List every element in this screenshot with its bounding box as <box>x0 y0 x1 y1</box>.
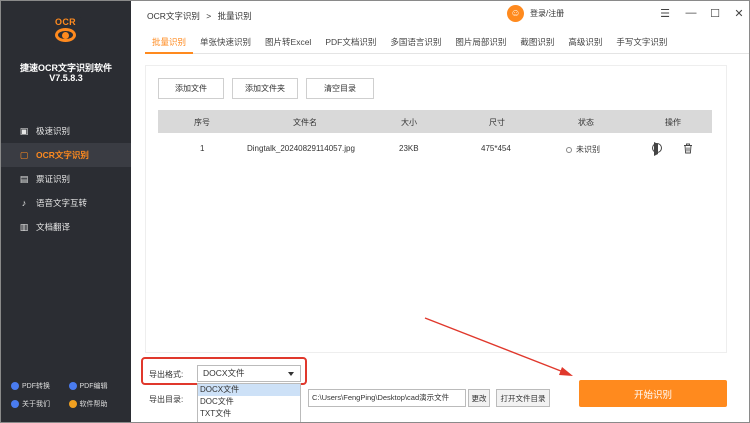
add-folder-button[interactable]: 添加文件夹 <box>232 78 298 99</box>
help-icon <box>68 400 77 408</box>
format-dropdown: DOCX文件 DOC文件 TXT文件 <box>197 383 301 422</box>
logo-text: OCR <box>55 17 76 27</box>
tab-single[interactable]: 单张快速识别 <box>193 30 258 54</box>
sidebar-item-label: 票证识别 <box>36 174 71 184</box>
format-option-doc[interactable]: DOC文件 <box>198 396 300 408</box>
help-link[interactable]: 软件帮助 <box>68 399 127 409</box>
cell-index: 1 <box>200 144 205 153</box>
output-dir-field[interactable]: C:\Users\FengPing\Desktop\cad演示文件 <box>308 389 466 407</box>
sidebar-item-label: 语音文字互转 <box>36 198 88 208</box>
breadcrumb-current: 批量识别 <box>217 11 252 21</box>
tab-multilang[interactable]: 多国语言识别 <box>383 30 448 54</box>
info-icon <box>11 400 19 408</box>
login-label: 登录/注册 <box>530 9 565 18</box>
file-list-panel: 添加文件 添加文件夹 清空目录 序号 文件名 大小 尺寸 状态 操作 1 Din… <box>145 65 727 353</box>
cell-status: 未识别 <box>566 144 600 155</box>
maximize-icon[interactable]: ☐ <box>708 7 722 20</box>
tab-handwriting[interactable]: 手写文字识别 <box>609 30 674 54</box>
close-icon[interactable]: ✕ <box>732 7 746 20</box>
sidebar-item-label: OCR文字识别 <box>36 150 89 160</box>
cell-dimensions: 475*454 <box>481 144 511 153</box>
pdf-convert-icon <box>11 382 19 390</box>
output-dir-label: 导出目录: <box>149 395 184 404</box>
header-index: 序号 <box>194 118 210 127</box>
cell-size: 23KB <box>399 144 419 153</box>
microphone-icon: ♪ <box>21 197 27 208</box>
header-dimensions: 尺寸 <box>489 118 505 127</box>
scan-icon: ▣ <box>19 125 29 136</box>
about-link[interactable]: 关于我们 <box>11 399 69 409</box>
sidebar-nav: ▣ 极速识别 ▢ OCR文字识别 ▤ 票证识别 ♪ 语音文字互转 ▥ 文档翻译 <box>1 119 131 239</box>
sidebar-item-fast-recognition[interactable]: ▣ 极速识别 <box>1 119 131 143</box>
ocr-icon: ▢ <box>19 149 29 160</box>
table-row[interactable]: 1 Dingtalk_20240829114057.jpg 23KB 475*4… <box>158 138 712 160</box>
tab-screenshot[interactable]: 截图识别 <box>513 30 561 54</box>
cell-filename: Dingtalk_20240829114057.jpg <box>247 144 355 153</box>
about-label: 关于我们 <box>22 401 50 408</box>
tab-batch[interactable]: 批量识别 <box>145 30 194 54</box>
breadcrumb-root[interactable]: OCR文字识别 <box>147 11 200 21</box>
header-filename: 文件名 <box>293 118 317 127</box>
start-recognition-button[interactable]: 开始识别 <box>579 380 727 407</box>
bottom-links: PDF转换 PDF编辑 关于我们 软件帮助 <box>11 377 126 413</box>
format-option-txt[interactable]: TXT文件 <box>198 408 300 420</box>
sidebar-item-ticket[interactable]: ▤ 票证识别 <box>1 167 131 191</box>
eye-icon <box>55 28 76 42</box>
sidebar-item-translate[interactable]: ▥ 文档翻译 <box>1 215 131 239</box>
pdf-edit-link[interactable]: PDF编辑 <box>68 381 127 391</box>
breadcrumb-separator: > <box>206 11 212 21</box>
header-size: 大小 <box>401 118 417 127</box>
tab-pdf[interactable]: PDF文档识别 <box>318 30 383 54</box>
sidebar-item-label: 文档翻译 <box>36 222 71 232</box>
pdf-convert-label: PDF转换 <box>22 383 50 390</box>
table-header: 序号 文件名 大小 尺寸 状态 操作 <box>158 110 712 133</box>
tab-bar: 批量识别 单张快速识别 图片转Excel PDF文档识别 多国语言识别 图片局部… <box>145 30 749 54</box>
format-highlight-box <box>141 357 307 385</box>
breadcrumb: OCR文字识别 > 批量识别 <box>147 10 252 22</box>
tab-partial[interactable]: 图片局部识别 <box>448 30 513 54</box>
user-avatar-icon: ☺ <box>507 5 524 22</box>
app-logo: OCR <box>49 16 82 49</box>
help-label: 软件帮助 <box>79 401 108 408</box>
sidebar: OCR 捷速OCR文字识别软件 V7.5.8.3 ▣ 极速识别 ▢ OCR文字识… <box>1 1 131 422</box>
minimize-icon[interactable]: — <box>684 7 698 19</box>
change-dir-button[interactable]: 更改 <box>468 389 490 407</box>
add-file-button[interactable]: 添加文件 <box>158 78 224 99</box>
login-button[interactable]: ☺ 登录/注册 <box>507 5 564 22</box>
ticket-icon: ▤ <box>19 173 29 184</box>
app-window: OCR 捷速OCR文字识别软件 V7.5.8.3 ▣ 极速识别 ▢ OCR文字识… <box>0 0 750 423</box>
translate-icon: ▥ <box>19 221 29 232</box>
sidebar-item-speech[interactable]: ♪ 语音文字互转 <box>1 191 131 215</box>
sidebar-item-label: 极速识别 <box>36 126 71 136</box>
status-text: 未识别 <box>576 145 600 154</box>
clear-list-button[interactable]: 清空目录 <box>306 78 374 99</box>
status-circle-icon <box>566 146 572 153</box>
trash-icon[interactable] <box>682 142 694 154</box>
title-bar: OCR文字识别 > 批量识别 ☺ 登录/注册 ☰ — ☐ ✕ <box>131 1 749 29</box>
pdf-edit-icon <box>68 382 77 390</box>
format-option-docx[interactable]: DOCX文件 <box>198 384 300 396</box>
play-icon[interactable] <box>651 142 663 154</box>
header-status: 状态 <box>578 118 594 127</box>
menu-icon[interactable]: ☰ <box>658 7 672 20</box>
sidebar-item-ocr[interactable]: ▢ OCR文字识别 <box>1 143 131 167</box>
tab-advanced[interactable]: 高级识别 <box>561 30 609 54</box>
pdf-convert-link[interactable]: PDF转换 <box>11 381 69 391</box>
app-version: V7.5.8.3 <box>49 73 83 83</box>
open-dir-button[interactable]: 打开文件目录 <box>496 389 550 407</box>
header-actions: 操作 <box>665 118 681 127</box>
tab-image-excel[interactable]: 图片转Excel <box>258 30 318 54</box>
pdf-edit-label: PDF编辑 <box>79 383 108 390</box>
